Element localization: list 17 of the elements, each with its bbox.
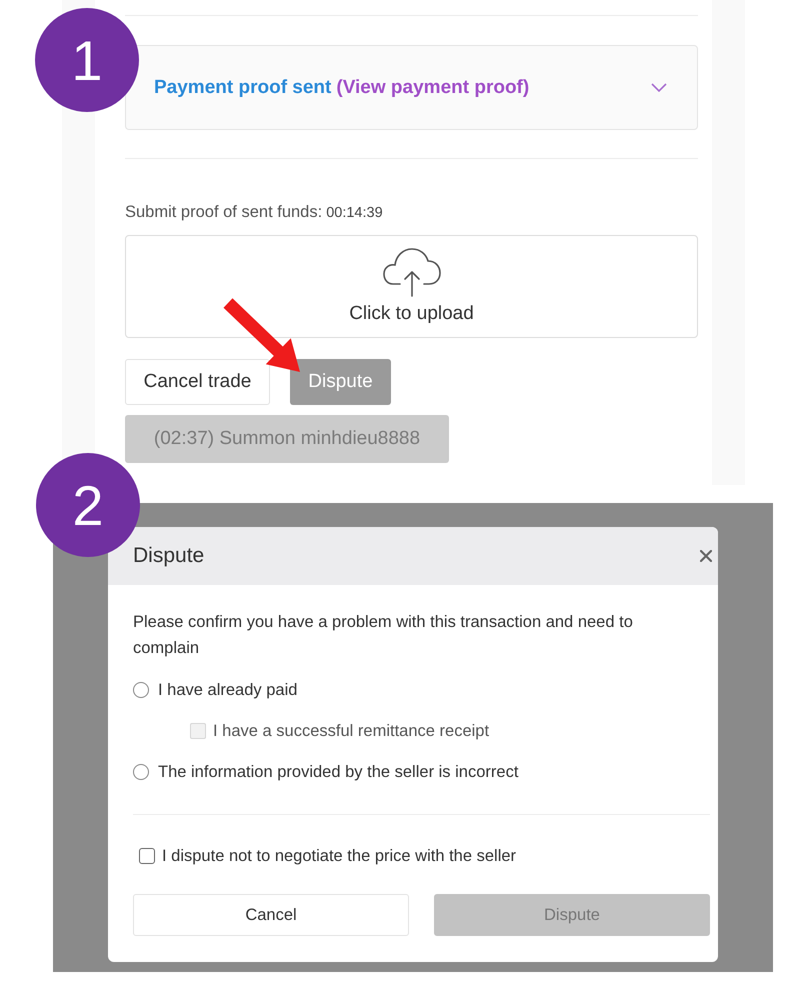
cloud-upload-icon [382,247,440,297]
cancel-trade-button[interactable]: Cancel trade [125,359,270,405]
agreement-label[interactable]: I dispute not to negotiate the price with the seller [162,846,516,866]
cancel-button[interactable]: Cancel [133,894,409,936]
payment-status-card[interactable]: Payment proof sent (View payment proof) [125,45,698,130]
status-text: Payment proof sent [154,76,332,98]
radio-button[interactable] [133,682,149,698]
countdown-timer: 00:14:39 [326,204,383,223]
radio-button[interactable] [133,764,149,780]
option-label[interactable]: The information provided by the seller is incorrect [158,762,518,782]
dialog-message: Please confirm you have a problem with this transaction and need to complain [133,612,634,659]
checkbox[interactable] [139,848,155,864]
upload-prompt: Submit proof of sent funds: [125,202,322,222]
view-proof-link[interactable]: (View payment proof) [336,76,530,98]
close-icon[interactable] [700,550,712,562]
option-label[interactable]: I have already paid [158,680,298,700]
upload-button[interactable]: Click to upload [125,235,698,338]
